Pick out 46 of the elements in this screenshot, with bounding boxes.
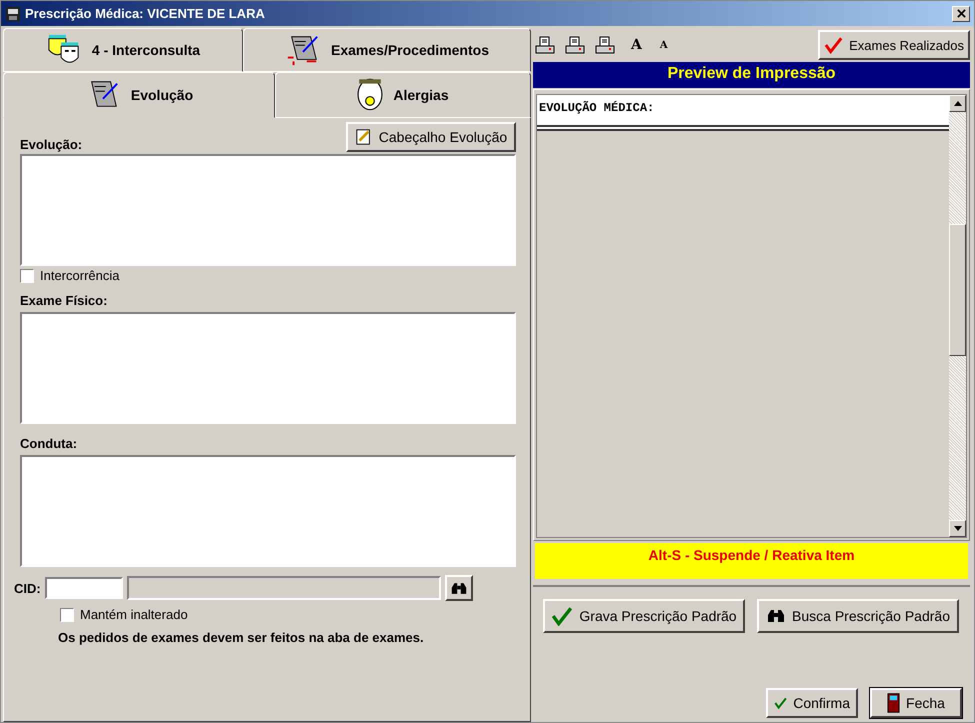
window-title: Prescrição Médica: VICENTE DE LARA	[25, 6, 266, 21]
door-icon	[887, 692, 900, 714]
checkbox[interactable]	[20, 268, 34, 282]
preview-title: Preview de Impressão	[533, 62, 970, 88]
header-button[interactable]: Cabeçalho Evolução	[346, 122, 516, 152]
field-label: CID:	[14, 580, 41, 596]
printer-icon[interactable]	[595, 36, 615, 54]
close-icon	[956, 9, 966, 18]
dialog-button[interactable]: Confirma	[766, 688, 858, 718]
exams-button[interactable]: Exames Realizados	[818, 30, 970, 60]
window-icon	[5, 6, 21, 22]
tab[interactable]: Exames/Procedimentos	[243, 28, 531, 72]
checkbox[interactable]	[60, 608, 74, 622]
scrollbar[interactable]	[949, 95, 966, 537]
note-text: Os pedidos de exames devem ser feitos na aba de exames.	[58, 630, 425, 645]
checkbox-label: Intercorrência	[40, 268, 120, 283]
text-area[interactable]	[20, 455, 516, 567]
text-area[interactable]	[20, 154, 516, 266]
action-button[interactable]: Grava Prescrição Padrão	[543, 599, 745, 633]
printer-icon[interactable]	[565, 36, 585, 54]
field-label: Exame Físico:	[20, 293, 108, 308]
checkmark-icon	[551, 606, 574, 626]
dialog-button[interactable]: Fecha	[870, 688, 962, 718]
notepad-icon	[354, 128, 373, 146]
binoculars-icon	[450, 580, 468, 596]
checkbox-label: Mantém inalterado	[80, 607, 188, 622]
binoculars-icon	[766, 608, 786, 624]
checkmark-icon	[824, 36, 844, 54]
face-icon	[357, 78, 384, 112]
hint-text: Alt-S - Suspende / Reativa Item	[648, 547, 855, 563]
text-area[interactable]	[20, 312, 516, 424]
up-arrow-icon	[954, 101, 962, 106]
cid-code-field[interactable]	[44, 577, 123, 599]
tab[interactable]: Evolução	[3, 72, 275, 118]
font-button[interactable]: A	[660, 40, 668, 50]
down-arrow-icon	[954, 526, 962, 531]
preview-heading: EVOLUÇÃO MÉDICA:	[537, 95, 949, 125]
field-label: Conduta:	[20, 436, 78, 451]
close-button[interactable]	[952, 6, 970, 22]
font-button[interactable]: A	[631, 37, 642, 53]
tab[interactable]: 4 - Interconsulta	[3, 28, 243, 72]
action-button[interactable]: Busca Prescrição Padrão	[757, 599, 959, 633]
printer-icon[interactable]	[535, 36, 555, 54]
field-label: Evolução:	[20, 137, 82, 152]
tab[interactable]: Alergias	[275, 72, 531, 118]
search-button[interactable]	[444, 575, 473, 601]
